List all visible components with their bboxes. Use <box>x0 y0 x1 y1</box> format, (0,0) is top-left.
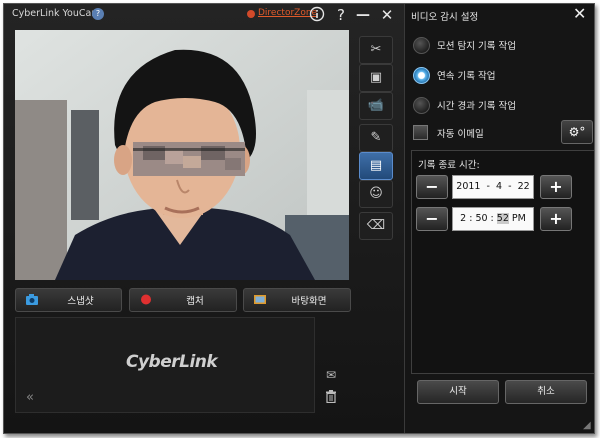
time-increment-button[interactable]: + <box>540 207 572 231</box>
time-decrement-button[interactable]: − <box>416 207 448 231</box>
collapse-library-icon[interactable]: « <box>26 390 34 405</box>
minimize-icon[interactable]: — <box>354 6 372 24</box>
radio-time-lapse[interactable] <box>413 97 430 114</box>
auto-email-checkbox[interactable] <box>413 125 428 140</box>
time-field[interactable]: 2 : 50 : 52 PM <box>452 207 534 231</box>
eraser-icon[interactable]: ⌫ <box>359 212 393 240</box>
close-icon[interactable]: ✕ <box>378 6 396 24</box>
capture-bar: 스냅샷 캡처 바탕화면 <box>15 288 351 312</box>
frame-icon[interactable]: ▣ <box>359 64 393 92</box>
option-label: 시간 경과 기록 작업 <box>437 101 516 112</box>
monitor-settings-icon[interactable]: ▤ <box>359 152 393 180</box>
radio-continuous-recording[interactable] <box>413 67 430 84</box>
panel-title: 비디오 감시 설정 <box>411 12 479 23</box>
snapshot-button[interactable]: 스냅샷 <box>15 288 122 312</box>
add-user-icon[interactable]: ☺ <box>359 180 393 208</box>
webcam-image <box>15 30 349 280</box>
email-icon[interactable]: ✉ <box>322 368 340 382</box>
date-field[interactable]: 2011 - 4 - 22 <box>452 175 534 199</box>
date-increment-button[interactable]: + <box>540 175 572 199</box>
app-title: CyberLink YouCam <box>12 8 101 19</box>
help-icon[interactable]: ? <box>332 6 350 24</box>
desktop-label: 바탕화면 <box>291 296 327 307</box>
record-icon <box>140 294 152 305</box>
title-bar: CyberLink YouCam ? DirectorZone ? — ✕ <box>4 4 404 26</box>
info-icon[interactable] <box>308 6 326 24</box>
surveillance-camera-icon[interactable]: 📹 <box>359 92 393 120</box>
cancel-button[interactable]: 취소 <box>505 380 587 404</box>
camera-icon <box>26 294 38 305</box>
youcam-window: CyberLink YouCam ? DirectorZone ? — ✕ ✂ … <box>3 3 595 434</box>
email-settings-gear-icon[interactable]: ⚙° <box>561 120 593 144</box>
radio-motion-detection[interactable] <box>413 37 430 54</box>
resize-grip-icon[interactable]: ◢ <box>583 420 593 431</box>
director-zone-icon <box>247 10 255 18</box>
surveillance-settings-panel: 비디오 감시 설정 ✕ 모션 탐지 기록 작업 연속 기록 작업 시간 경과 기… <box>404 4 594 433</box>
capture-label: 캡처 <box>186 296 204 307</box>
delete-icon[interactable] <box>322 390 340 404</box>
app-help-badge-icon[interactable]: ? <box>92 8 104 20</box>
tools-icon[interactable]: ✂ <box>359 36 393 64</box>
auto-email-label: 자동 이메일 <box>437 129 484 140</box>
start-button[interactable]: 시작 <box>417 380 499 404</box>
panel-close-icon[interactable]: ✕ <box>573 4 586 23</box>
desktop-icon <box>254 294 266 305</box>
main-app-area: CyberLink YouCam ? DirectorZone ? — ✕ ✂ … <box>4 4 404 433</box>
end-time-box: 기록 종료 시간: − 2011 - 4 - 22 + − 2 : 50 : 5… <box>411 150 594 374</box>
option-label: 모션 탐지 기록 작업 <box>437 41 516 52</box>
capture-button[interactable]: 캡처 <box>129 288 237 312</box>
time-second-segment: 52 <box>496 213 509 224</box>
pencil-icon[interactable]: ✎ <box>359 124 393 152</box>
option-label: 연속 기록 작업 <box>437 71 496 82</box>
cyberlink-logo: CyberLink <box>126 352 218 372</box>
date-decrement-button[interactable]: − <box>416 175 448 199</box>
snapshot-label: 스냅샷 <box>67 296 94 307</box>
desktop-button[interactable]: 바탕화면 <box>243 288 351 312</box>
webcam-preview <box>15 30 349 280</box>
media-library: CyberLink « <box>15 317 315 413</box>
end-time-title: 기록 종료 시간: <box>418 160 480 171</box>
